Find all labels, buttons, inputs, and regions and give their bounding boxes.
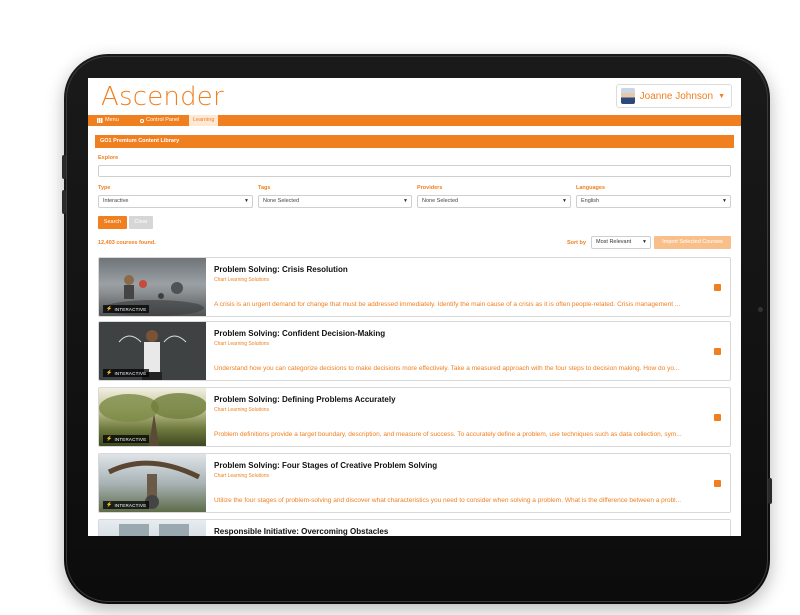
languages-select-value: English <box>581 198 600 204</box>
panel-title: GO1 Premium Content Library <box>95 135 734 148</box>
course-title[interactable]: Problem Solving: Confident Decision-Maki… <box>214 329 385 338</box>
select-checkbox[interactable] <box>714 414 721 421</box>
nav-item-control-panel[interactable]: Control Panel <box>140 115 179 126</box>
course-card[interactable]: ⚡ INTERACTIVE Problem Solving: Defining P… <box>98 387 731 447</box>
app-screen: Ascender Joanne Johnson ▼ Menu Control P… <box>88 78 741 536</box>
clear-button[interactable]: Clear <box>129 216 153 229</box>
chevron-down-icon: ▼ <box>403 198 408 204</box>
ascender-logo[interactable]: Ascender <box>101 82 224 112</box>
course-thumbnail: ⚡ INTERACTIVE <box>99 258 206 316</box>
lightning-icon: ⚡ <box>106 370 113 376</box>
course-description: Understand how you can categorize decisi… <box>214 365 680 372</box>
content-type-badge: ⚡ INTERACTIVE <box>103 305 150 313</box>
volume-button <box>62 155 66 179</box>
sort-select-value: Most Relevant <box>596 239 632 245</box>
lightning-icon: ⚡ <box>106 306 113 312</box>
search-button[interactable]: Search <box>98 216 127 229</box>
nav-bar: Menu Control Panel Learning <box>88 115 741 126</box>
content-type-badge: ⚡ INTERACTIVE <box>103 501 150 509</box>
course-title[interactable]: Problem Solving: Four Stages of Creative… <box>214 461 437 470</box>
course-provider: Chart Learning Solutions <box>214 277 270 283</box>
volume-button <box>62 190 66 214</box>
course-title[interactable]: Problem Solving: Crisis Resolution <box>214 265 348 274</box>
chevron-down-icon: ▼ <box>718 92 725 100</box>
office-illustration <box>119 524 189 536</box>
nav-item-label: Learning <box>193 117 215 123</box>
type-select[interactable]: Interactive ▼ <box>98 195 253 208</box>
top-bar: Ascender Joanne Johnson ▼ <box>88 78 741 115</box>
course-card[interactable]: ⚡ INTERACTIVE Problem Solving: Crisis Res… <box>98 257 731 317</box>
providers-select-value: None Selected <box>422 198 459 204</box>
type-select-value: Interactive <box>103 198 129 204</box>
sort-select[interactable]: Most Relevant ▼ <box>591 236 651 249</box>
course-card[interactable]: ⚡ INTERACTIVE Problem Solving: Four Stage… <box>98 453 731 513</box>
providers-select[interactable]: None Selected ▼ <box>417 195 571 208</box>
tags-select[interactable]: None Selected ▼ <box>258 195 412 208</box>
user-name: Joanne Johnson <box>639 90 714 102</box>
nav-item-label: Control Panel <box>146 117 180 123</box>
course-provider: Chart Learning Solutions <box>214 473 270 479</box>
course-description: Utilize the four stages of problem-solvi… <box>214 497 682 504</box>
course-thumbnail: ⚡ INTERACTIVE <box>99 322 206 380</box>
course-title[interactable]: Responsible Initiative: Overcoming Obsta… <box>214 527 388 536</box>
filter-label-tags: Tags <box>258 185 271 191</box>
filter-label-languages: Languages <box>576 185 606 191</box>
filter-label-type: Type <box>98 185 111 191</box>
explore-input[interactable] <box>98 165 731 177</box>
select-checkbox[interactable] <box>714 284 721 291</box>
course-thumbnail: ⚡ INTERACTIVE <box>99 388 206 446</box>
content-type-badge: ⚡ INTERACTIVE <box>103 435 150 443</box>
course-title[interactable]: Problem Solving: Defining Problems Accur… <box>214 395 396 404</box>
filter-label-providers: Providers <box>417 185 443 191</box>
course-description: Problem definitions provide a target bou… <box>214 431 682 438</box>
select-checkbox[interactable] <box>714 480 721 487</box>
languages-select[interactable]: English ▼ <box>576 195 731 208</box>
lightning-icon: ⚡ <box>106 502 113 508</box>
gear-icon <box>140 118 144 123</box>
course-card[interactable]: ⚡ INTERACTIVE Problem Solving: Confident … <box>98 321 731 381</box>
grid-icon <box>97 118 103 123</box>
avatar <box>620 88 635 104</box>
course-provider: Chart Learning Solutions <box>214 407 270 413</box>
course-card[interactable]: Responsible Initiative: Overcoming Obsta… <box>98 519 731 536</box>
course-description: A crisis is an urgent demand for change … <box>214 301 681 308</box>
user-menu[interactable]: Joanne Johnson ▼ <box>615 84 732 108</box>
explore-label: Explore <box>98 155 119 161</box>
select-checkbox[interactable] <box>714 348 721 355</box>
camera-dot <box>758 307 763 312</box>
results-count: 12,403 courses found. <box>98 240 156 246</box>
import-selected-button[interactable]: Import Selected Courses <box>654 236 731 249</box>
nav-item-label: Menu <box>105 117 119 123</box>
course-provider: Chart Learning Solutions <box>214 341 270 347</box>
lightning-icon: ⚡ <box>106 436 113 442</box>
sort-label: Sort by <box>567 240 586 246</box>
nav-item-learning[interactable]: Learning <box>189 115 219 126</box>
course-thumbnail: ⚡ INTERACTIVE <box>99 454 206 512</box>
content-type-badge: ⚡ INTERACTIVE <box>103 369 150 377</box>
chevron-down-icon: ▼ <box>722 198 727 204</box>
chevron-down-icon: ▼ <box>562 198 567 204</box>
tags-select-value: None Selected <box>263 198 300 204</box>
nav-item-menu[interactable]: Menu <box>97 115 119 126</box>
power-button <box>768 478 772 504</box>
course-thumbnail <box>99 520 206 536</box>
chevron-down-icon: ▼ <box>642 239 647 245</box>
chevron-down-icon: ▼ <box>244 198 249 204</box>
